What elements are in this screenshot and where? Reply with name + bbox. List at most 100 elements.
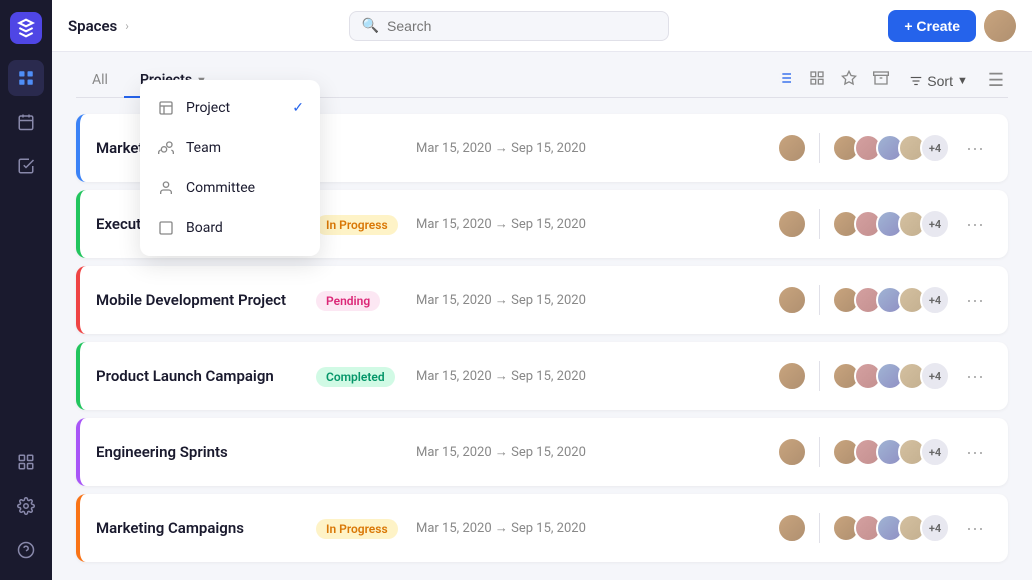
project-date: Mar 15, 2020 → Sep 15, 2020 xyxy=(416,444,616,460)
filter-button[interactable]: ☰ xyxy=(984,66,1008,95)
dropdown-item-label: Team xyxy=(186,140,221,156)
dropdown-item-board[interactable]: Board xyxy=(140,208,320,248)
avatar xyxy=(777,133,807,163)
dropdown-item-label: Board xyxy=(186,220,223,236)
app-logo[interactable] xyxy=(10,12,42,44)
project-name: Product Launch Campaign xyxy=(96,367,316,385)
grid-view-button[interactable] xyxy=(805,66,829,95)
avatar-plus: +4 xyxy=(920,209,950,239)
project-status: Completed xyxy=(316,366,416,387)
committee-icon xyxy=(156,178,176,198)
dropdown-item-label: Committee xyxy=(186,180,255,196)
avatar-single xyxy=(777,513,807,543)
avatar-group: +4 xyxy=(832,361,950,391)
avatar xyxy=(777,437,807,467)
project-name: Marketing Campaigns xyxy=(96,519,316,537)
status-badge: In Progress xyxy=(316,519,398,539)
project-row: Product Launch Campaign Completed Mar 15… xyxy=(76,342,1008,410)
avatar-single xyxy=(777,209,807,239)
row-more-button[interactable]: ··· xyxy=(958,210,992,239)
avatar xyxy=(777,285,807,315)
sidebar-icon-help[interactable] xyxy=(8,532,44,568)
archive-view-button[interactable] xyxy=(869,66,893,95)
dropdown-item-committee[interactable]: Committee xyxy=(140,168,320,208)
avatar-divider xyxy=(819,133,820,163)
status-badge: Pending xyxy=(316,291,380,311)
avatar-plus: +4 xyxy=(920,437,950,467)
avatar-group: +4 xyxy=(832,285,950,315)
breadcrumb: Spaces xyxy=(68,17,117,35)
project-row: Engineering Sprints Mar 15, 2020 → Sep 1… xyxy=(76,418,1008,486)
project-avatars: +4 ··· xyxy=(777,513,992,543)
user-avatar[interactable] xyxy=(984,10,1016,42)
sort-chevron: ▼ xyxy=(957,75,968,87)
avatar-plus: +4 xyxy=(920,361,950,391)
spaces-title: Spaces xyxy=(68,17,117,35)
row-more-button[interactable]: ··· xyxy=(958,438,992,467)
checkmark-icon: ✓ xyxy=(292,100,304,116)
row-more-button[interactable]: ··· xyxy=(958,362,992,391)
sidebar-icon-tasks[interactable] xyxy=(8,148,44,184)
avatar xyxy=(777,513,807,543)
avatar-group: +4 xyxy=(832,513,950,543)
dropdown-item-team[interactable]: Team xyxy=(140,128,320,168)
project-date: Mar 15, 2020 → Sep 15, 2020 xyxy=(416,140,616,156)
sort-label: Sort xyxy=(927,73,953,89)
avatar-divider xyxy=(819,285,820,315)
project-avatars: +4 ··· xyxy=(777,133,992,163)
avatar-divider xyxy=(819,513,820,543)
avatar-single xyxy=(777,437,807,467)
project-status: In Progress xyxy=(316,214,416,235)
project-avatars: +4 ··· xyxy=(777,437,992,467)
avatar-single xyxy=(777,361,807,391)
sidebar-icon-chart[interactable] xyxy=(8,444,44,480)
avatar-single xyxy=(777,285,807,315)
avatar-plus: +4 xyxy=(920,513,950,543)
create-button[interactable]: + Create xyxy=(888,10,976,42)
row-more-button[interactable]: ··· xyxy=(958,514,992,543)
tab-all[interactable]: All xyxy=(76,64,124,98)
avatar xyxy=(777,361,807,391)
sidebar-icon-grid[interactable] xyxy=(8,60,44,96)
project-row: Marketing Campaigns In Progress Mar 15, … xyxy=(76,494,1008,562)
tabs-right: Sort ▼ ☰ xyxy=(773,66,1008,95)
search-box: 🔍 xyxy=(349,11,669,41)
row-more-button[interactable]: ··· xyxy=(958,286,992,315)
team-icon xyxy=(156,138,176,158)
breadcrumb-chevron: › xyxy=(125,19,129,33)
status-badge: In Progress xyxy=(316,215,398,235)
dropdown-menu: Project ✓ Team Committee Board xyxy=(140,80,320,256)
sidebar-icon-settings[interactable] xyxy=(8,488,44,524)
project-name: Engineering Sprints xyxy=(96,443,316,461)
avatar-plus: +4 xyxy=(920,133,950,163)
dropdown-item-project[interactable]: Project ✓ xyxy=(140,88,320,128)
project-avatars: +4 ··· xyxy=(777,285,992,315)
sidebar xyxy=(0,0,52,580)
project-date: Mar 15, 2020 → Sep 15, 2020 xyxy=(416,368,616,384)
dropdown-item-label: Project xyxy=(186,100,230,116)
avatar-group: +4 xyxy=(832,133,950,163)
sort-button[interactable]: Sort ▼ xyxy=(901,69,976,93)
list-view-button[interactable] xyxy=(773,66,797,95)
search-icon: 🔍 xyxy=(362,18,379,34)
project-avatars: +4 ··· xyxy=(777,361,992,391)
row-more-button[interactable]: ··· xyxy=(958,134,992,163)
project-date: Mar 15, 2020 → Sep 15, 2020 xyxy=(416,520,616,536)
project-name: Mobile Development Project xyxy=(96,291,316,309)
project-status: Pending xyxy=(316,290,416,311)
avatar-plus: +4 xyxy=(920,285,950,315)
avatar-divider xyxy=(819,437,820,467)
avatar-group: +4 xyxy=(832,437,950,467)
project-row: Mobile Development Project Pending Mar 1… xyxy=(76,266,1008,334)
avatar-divider xyxy=(819,361,820,391)
project-avatars: +4 ··· xyxy=(777,209,992,239)
avatar-divider xyxy=(819,209,820,239)
board-icon xyxy=(156,218,176,238)
star-view-button[interactable] xyxy=(837,66,861,95)
project-icon xyxy=(156,98,176,118)
search-input[interactable] xyxy=(387,18,656,34)
topnav: Spaces › 🔍 + Create xyxy=(52,0,1032,52)
sidebar-bottom xyxy=(8,444,44,568)
sidebar-icon-calendar[interactable] xyxy=(8,104,44,140)
project-status: In Progress xyxy=(316,518,416,539)
